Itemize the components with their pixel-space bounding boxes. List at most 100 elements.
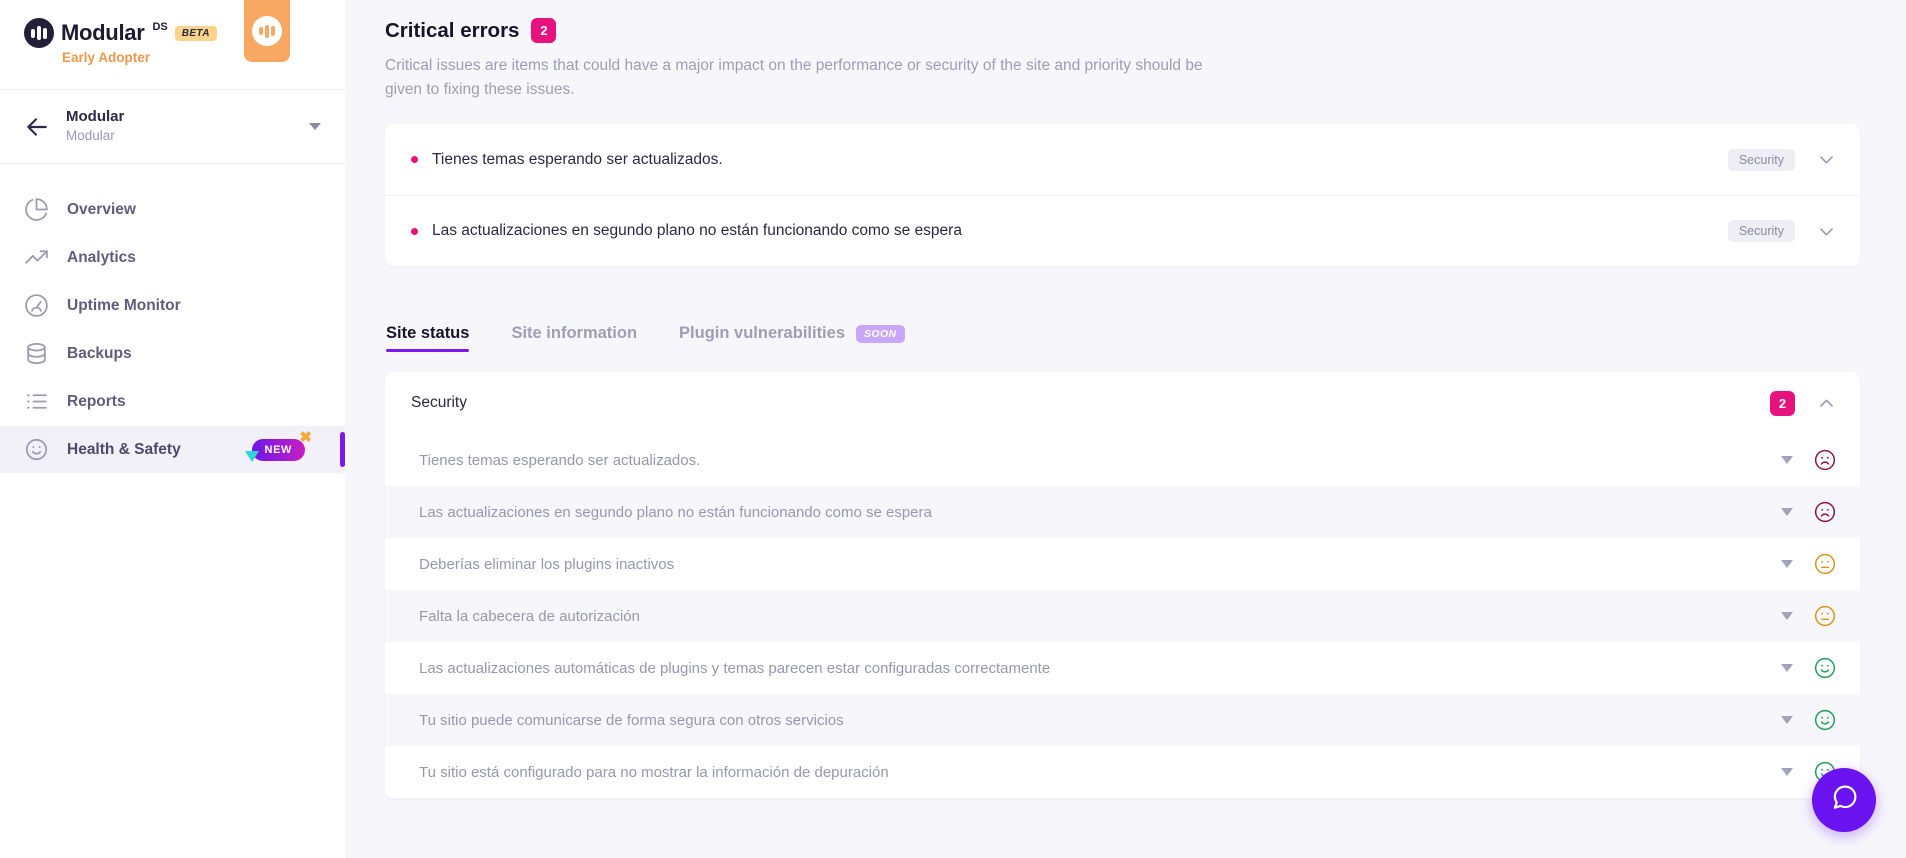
- triangle-down-icon[interactable]: [1781, 664, 1793, 673]
- sparkle-triangle-icon: [244, 450, 259, 462]
- status-issue-row[interactable]: Tienes temas esperando ser actualizados.: [385, 434, 1860, 487]
- smiley-icon: [24, 437, 49, 462]
- critical-error-row[interactable]: Tienes temas esperando ser actualizados.…: [385, 124, 1860, 195]
- chat-bubble-icon: [1830, 783, 1859, 817]
- status-issue-text: Las actualizaciones automáticas de plugi…: [419, 659, 1051, 677]
- status-issue-row[interactable]: Deberías eliminar los plugins inactivos: [385, 538, 1860, 591]
- gauge-icon: [24, 293, 49, 318]
- critical-errors-list: Tienes temas esperando ser actualizados.…: [385, 124, 1860, 267]
- status-issue-text: Las actualizaciones en segundo plano no …: [419, 503, 932, 521]
- tab-label: Site information: [511, 324, 638, 343]
- face-sad-icon: [1814, 501, 1836, 523]
- critical-errors-description: Critical issues are items that could hav…: [385, 57, 1203, 99]
- sidebar-item-label: Health & Safety: [67, 440, 181, 458]
- sidebar-item-label: Overview: [67, 200, 136, 218]
- chevron-down-icon[interactable]: [309, 123, 321, 130]
- status-issue-text: Tu sitio puede comunicarse de forma segu…: [419, 711, 844, 729]
- status-issue-actions: [1781, 709, 1836, 731]
- security-count-badge: 2: [1770, 390, 1795, 416]
- sidebar-item-uptime-monitor[interactable]: Uptime Monitor: [0, 282, 345, 329]
- sidebar-item-analytics[interactable]: Analytics: [0, 234, 345, 281]
- critical-error-text: Tienes temas esperando ser actualizados.: [432, 150, 723, 168]
- bullet-dot-icon: [411, 227, 418, 235]
- status-issue-text: Deberías eliminar los plugins inactivos: [419, 555, 675, 573]
- back-arrow-icon[interactable]: [24, 114, 50, 140]
- triangle-down-icon[interactable]: [1781, 612, 1793, 621]
- status-issue-actions: [1781, 501, 1836, 523]
- status-issue-row[interactable]: Tu sitio está configurado para no mostra…: [385, 746, 1860, 799]
- face-happy-icon: [1814, 657, 1836, 679]
- app-launcher-tile[interactable]: [244, 0, 290, 62]
- soon-badge: SOON: [856, 324, 905, 343]
- beta-badge: BETA: [174, 25, 217, 41]
- triangle-down-icon[interactable]: [1781, 456, 1793, 465]
- triangle-down-icon[interactable]: [1781, 768, 1793, 777]
- app-launcher-icon: [252, 16, 282, 46]
- brand-title-line: Modular DS BETA: [24, 18, 217, 48]
- status-issue-text: Tienes temas esperando ser actualizados.: [419, 451, 701, 469]
- brand-name: Modular: [61, 20, 145, 45]
- sidebar-item-backups[interactable]: Backups: [0, 330, 345, 377]
- face-neutral-icon: [1814, 553, 1836, 575]
- category-tag: Security: [1727, 148, 1795, 171]
- sidebar-item-label: Analytics: [67, 248, 136, 266]
- sidebar-item-overview[interactable]: Overview: [0, 186, 345, 233]
- status-issue-row[interactable]: Las actualizaciones en segundo plano no …: [385, 486, 1860, 539]
- face-happy-icon: [1814, 709, 1836, 731]
- face-sad-icon: [1814, 449, 1836, 471]
- status-issue-text: Falta la cabecera de autorización: [419, 607, 640, 625]
- brand-header: Modular DS BETA Early Adopter: [0, 0, 345, 90]
- triangle-down-icon[interactable]: [1781, 716, 1793, 725]
- brand-superscript: DS: [152, 21, 168, 33]
- sidebar-item-label: Reports: [67, 392, 126, 410]
- chevron-up-icon[interactable]: [1817, 394, 1836, 413]
- list-icon: [24, 389, 49, 414]
- chevron-down-icon[interactable]: [1817, 150, 1836, 169]
- tab-bar: Site status Site information Plugin vuln…: [385, 324, 1860, 353]
- sidebar-item-label: Uptime Monitor: [67, 296, 181, 314]
- status-issue-actions: [1781, 605, 1836, 627]
- pie-chart-icon: [24, 197, 49, 222]
- database-icon: [24, 341, 49, 366]
- critical-errors-header: Critical errors 2: [385, 18, 1860, 43]
- site-texts: Modular Modular: [66, 108, 293, 145]
- status-issue-row[interactable]: Falta la cabecera de autorización: [385, 590, 1860, 643]
- tab-site-information[interactable]: Site information: [511, 324, 637, 352]
- new-badge-wrap: ✖ NEW: [244, 430, 323, 462]
- tab-plugin-vulnerabilities[interactable]: Plugin vulnerabilities SOON: [679, 324, 905, 352]
- sidebar: Modular DS BETA Early Adopter Modular Mo…: [0, 0, 345, 858]
- sidebar-item-reports[interactable]: Reports: [0, 378, 345, 425]
- status-issue-row[interactable]: Las actualizaciones automáticas de plugi…: [385, 642, 1860, 695]
- site-selector[interactable]: Modular Modular: [0, 90, 345, 164]
- triangle-down-icon[interactable]: [1781, 560, 1793, 569]
- trend-up-icon: [24, 245, 49, 270]
- page-title: Critical errors: [385, 18, 520, 42]
- security-section-header[interactable]: Security 2: [385, 372, 1860, 434]
- new-badge: NEW: [251, 438, 305, 461]
- main-content: Critical errors 2 Critical issues are it…: [345, 0, 1906, 858]
- critical-error-row[interactable]: Las actualizaciones en segundo plano no …: [385, 195, 1860, 266]
- triangle-down-icon[interactable]: [1781, 508, 1793, 517]
- status-issue-row[interactable]: Tu sitio puede comunicarse de forma segu…: [385, 694, 1860, 747]
- tab-site-status[interactable]: Site status: [386, 324, 470, 353]
- security-section-actions: 2: [1770, 390, 1836, 416]
- bullet-dot-icon: [411, 156, 418, 164]
- sparkle-x-icon: ✖: [299, 428, 312, 446]
- status-issue-actions: [1781, 553, 1836, 575]
- chevron-down-icon[interactable]: [1817, 222, 1836, 241]
- critical-error-row-actions: Security: [1727, 220, 1836, 243]
- status-issue-actions: [1781, 449, 1836, 471]
- app-root: Modular DS BETA Early Adopter Modular Mo…: [0, 0, 1906, 858]
- category-tag: Security: [1727, 220, 1795, 243]
- sidebar-item-health-and-safety[interactable]: Health & Safety ✖ NEW: [0, 426, 345, 473]
- brand-subtitle: Early Adopter: [62, 50, 151, 65]
- site-status-panel: Security 2 Tienes temas esperando ser ac…: [385, 372, 1860, 799]
- face-neutral-icon: [1814, 605, 1836, 627]
- critical-errors-count-badge: 2: [531, 18, 557, 43]
- status-issue-text: Tu sitio está configurado para no mostra…: [419, 763, 889, 781]
- tab-label: Site status: [386, 324, 470, 343]
- critical-error-text: Las actualizaciones en segundo plano no …: [432, 222, 962, 240]
- chat-support-button[interactable]: [1812, 768, 1876, 832]
- sidebar-nav: Overview Analytics Uptime Monitor Backup…: [0, 164, 345, 473]
- brand-block: Modular DS BETA Early Adopter: [0, 0, 217, 65]
